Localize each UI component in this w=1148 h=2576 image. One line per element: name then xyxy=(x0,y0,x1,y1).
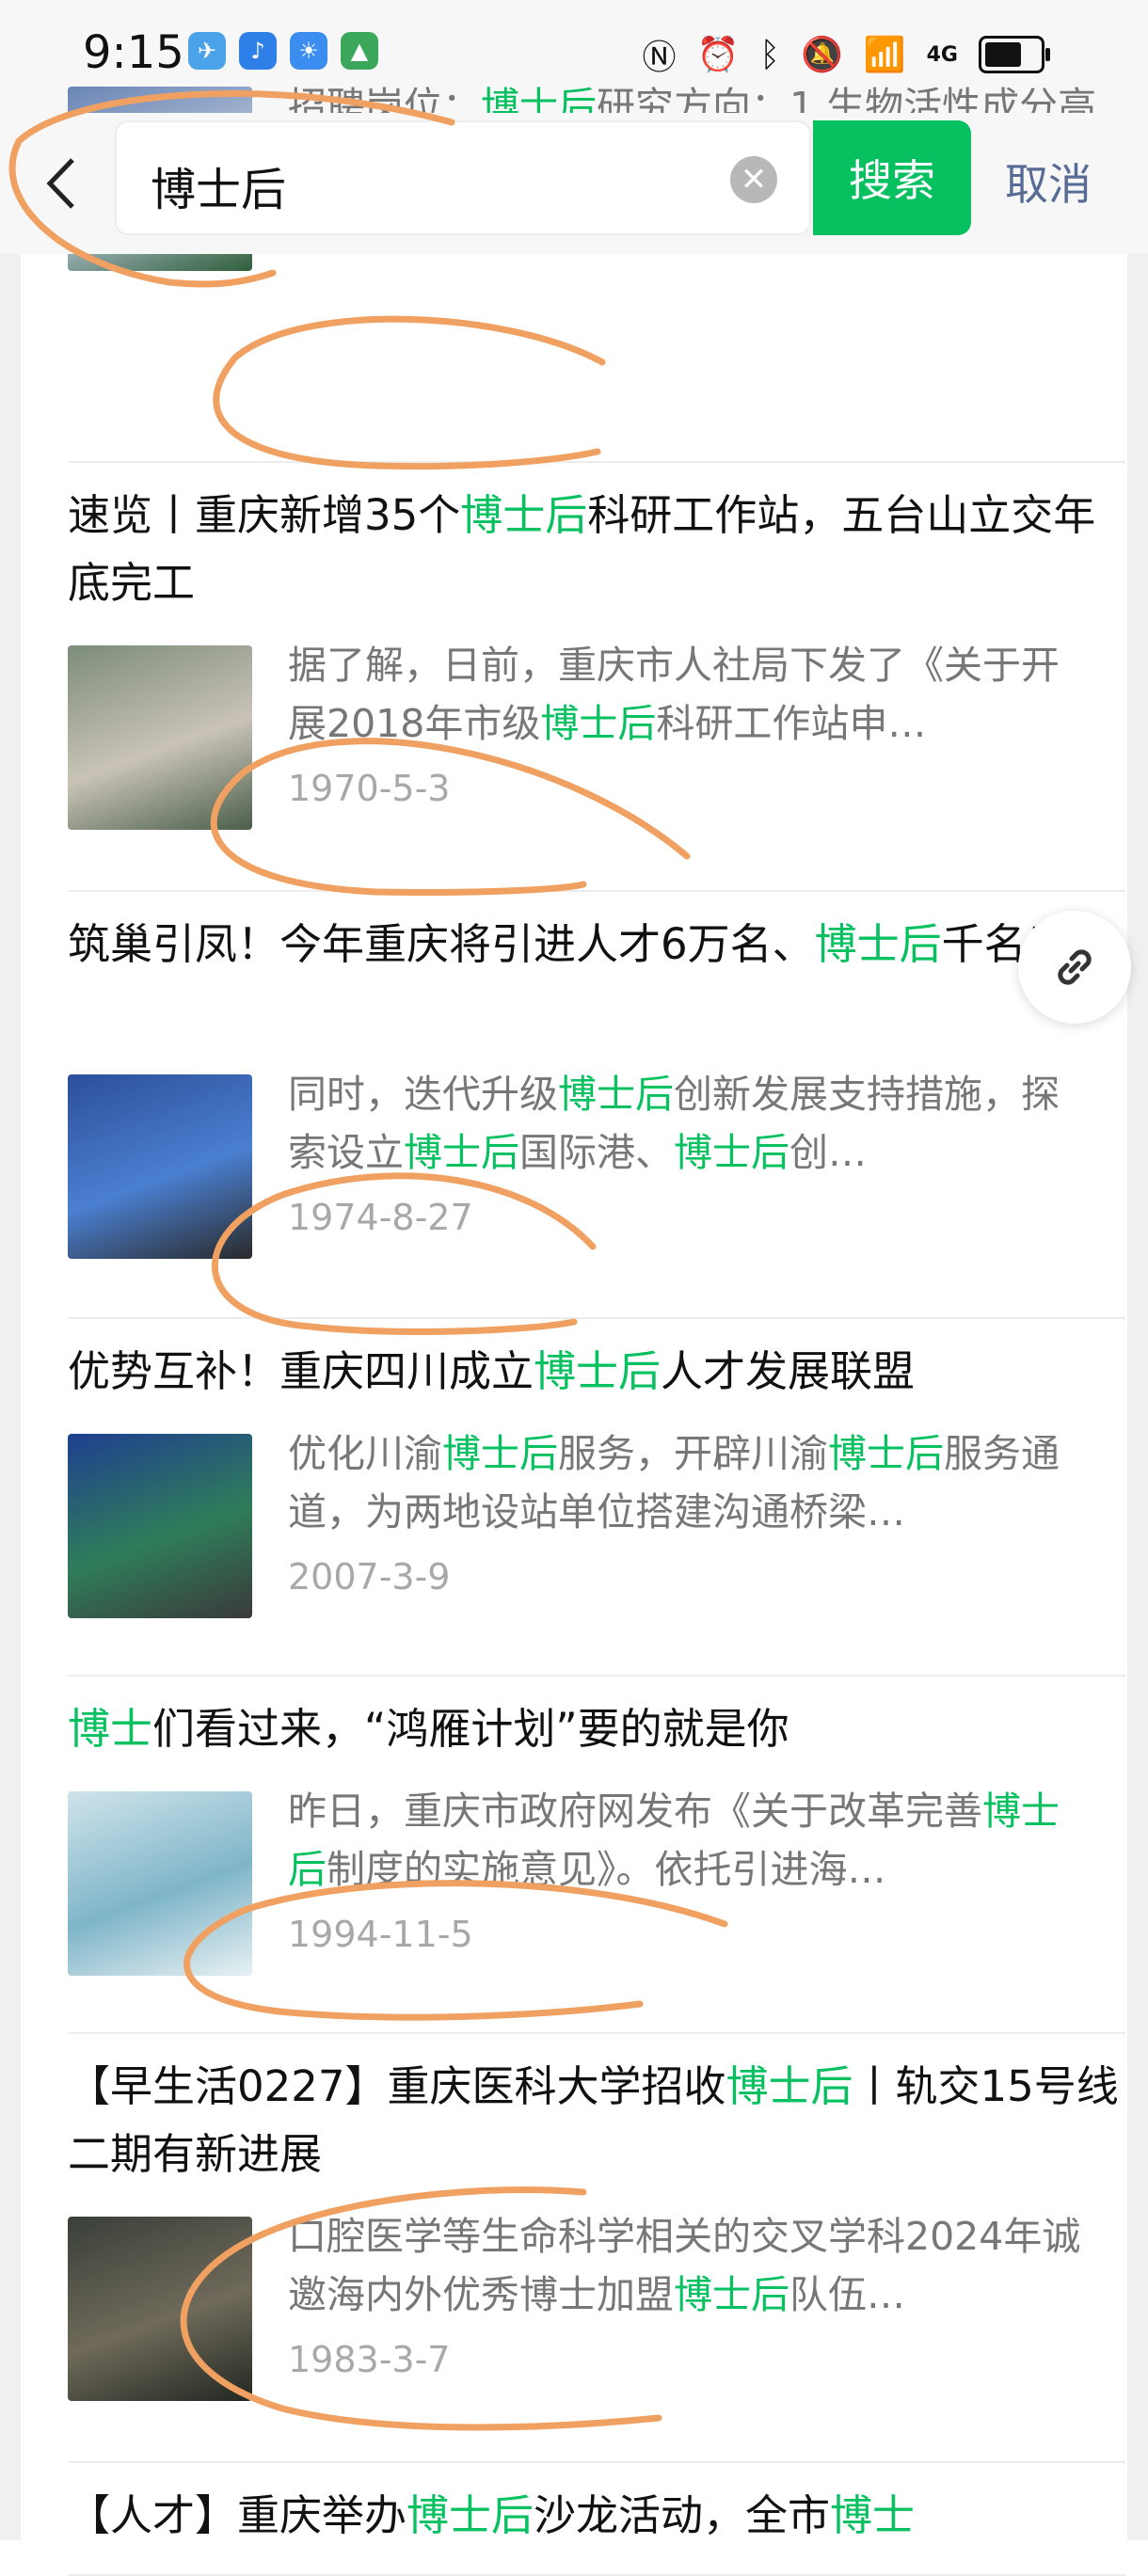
keyword-highlight: 博士后 xyxy=(558,1072,674,1117)
result-title[interactable]: 【早生活0227】重庆医科大学招收博士后丨轨交15号线二期有新进展 xyxy=(68,2032,1125,2188)
mute-icon: 🔕 xyxy=(800,36,843,74)
close-icon: ✕ xyxy=(740,161,768,199)
network-label: 4G xyxy=(926,42,958,67)
keyword-highlight: 博士后 xyxy=(460,490,588,540)
text-segment: 【人才】重庆举办 xyxy=(68,2490,407,2540)
right-margin xyxy=(1127,216,1148,2540)
system-icons: Ⓝ ⏰ ᛒ 🔕 📶 4G xyxy=(642,30,1050,79)
search-result-item[interactable]: 优势互补！重庆四川成立博士后人才发展联盟 优化川渝博士后服务，开辟川渝博士后服务通… xyxy=(68,1317,1125,1677)
text-segment: 国际港、 xyxy=(519,1130,674,1175)
text-segment: 筑巢引凤！今年重庆将引进人才6万名、 xyxy=(68,919,815,969)
result-title[interactable]: 优势互补！重庆四川成立博士后人才发展联盟 xyxy=(68,1317,1125,1406)
result-thumbnail[interactable] xyxy=(68,2217,252,2401)
search-button[interactable]: 搜索 xyxy=(813,120,971,235)
search-result-item[interactable]: 筑巢引凤！今年重庆将引进人才6万名、博士后千名以上同时，迭代升级博士后创新发展支… xyxy=(68,890,1125,1319)
text-segment: 人才发展联盟 xyxy=(661,1346,916,1396)
battery-icon xyxy=(979,36,1050,73)
app-icon-2: ♪ xyxy=(239,32,277,70)
cancel-button[interactable]: 取消 xyxy=(1005,151,1092,213)
text-segment: 队伍… xyxy=(789,2272,905,2317)
text-segment: 【早生活0227】重庆医科大学招收 xyxy=(68,2061,726,2111)
app-icon-3: ☀ xyxy=(290,32,327,70)
result-date: 1970-5-3 xyxy=(288,768,451,809)
chevron-left-icon xyxy=(46,158,74,209)
result-thumbnail[interactable] xyxy=(68,1074,252,1259)
clock: 9:15 xyxy=(83,26,184,79)
keyword-highlight: 博士后 xyxy=(534,1346,662,1396)
result-title[interactable]: 博士们看过来，“鸿雁计划”要的就是你 xyxy=(68,1675,1125,1763)
result-summary: 口腔医学等生命科学相关的交叉学科2024年诚邀海内外优秀博士加盟博士后队伍… xyxy=(288,2207,1097,2324)
text-segment: 服务，开辟川渝 xyxy=(558,1431,828,1476)
bluetooth-icon: ᛒ xyxy=(759,35,780,74)
result-summary: 昨日，重庆市政府网发布《关于改革完善博士后制度的实施意见》。依托引进海… xyxy=(288,1782,1097,1899)
result-thumbnail[interactable] xyxy=(68,645,252,830)
text-segment: 沙龙活动，全市 xyxy=(534,2490,831,2540)
alarm-icon: ⏰ xyxy=(696,36,740,74)
search-result-item[interactable]: 博士们看过来，“鸿雁计划”要的就是你昨日，重庆市政府网发布《关于改革完善博士后制… xyxy=(68,1675,1125,2034)
result-title[interactable]: 筑巢引凤！今年重庆将引进人才6万名、博士后千名以上 xyxy=(68,890,1125,978)
search-result-item[interactable]: 【人才】重庆举办博士后沙龙活动，全市博士 xyxy=(68,2461,1125,2576)
text-segment: 优势互补！重庆四川成立 xyxy=(68,1346,534,1396)
result-date: 1994-11-5 xyxy=(288,1914,473,1955)
text-segment: 速览丨重庆新增35个 xyxy=(68,490,461,540)
result-summary: 优化川渝博士后服务，开辟川渝博士后服务通道，为两地设站单位搭建沟通桥梁… xyxy=(288,1424,1097,1541)
text-segment: 科研工作站申… xyxy=(656,701,927,746)
link-icon xyxy=(1058,949,1092,985)
keyword-highlight: 博士后 xyxy=(540,701,657,746)
text-segment: 优化川渝 xyxy=(288,1431,442,1476)
text-segment: 同时，迭代升级 xyxy=(288,1072,558,1117)
search-query: 博士后 xyxy=(151,164,287,216)
keyword-highlight: 博士后 xyxy=(725,2061,853,2111)
text-segment: 昨日，重庆市政府网发布《关于改革完善 xyxy=(288,1789,982,1834)
result-thumbnail[interactable] xyxy=(68,1434,252,1618)
app-icon-4: ▲ xyxy=(341,32,378,70)
keyword-highlight: 博士后 xyxy=(442,1431,558,1476)
notification-icons: ✈ ♪ ☀ ▲ xyxy=(188,32,378,70)
keyword-highlight: 博士 xyxy=(68,1704,153,1754)
keyword-highlight: 博士后 xyxy=(404,1130,519,1175)
clear-button[interactable]: ✕ xyxy=(730,156,777,203)
keyword-highlight: 博士后 xyxy=(814,919,942,969)
app-icon-1: ✈ xyxy=(188,32,226,70)
search-input[interactable]: 博士后 ✕ xyxy=(115,120,811,235)
keyword-highlight: 博士 xyxy=(830,2490,916,2540)
share-link-button[interactable] xyxy=(1018,911,1131,1024)
result-title[interactable]: 【人才】重庆举办博士后沙龙活动，全市博士 xyxy=(68,2461,1125,2550)
result-date: 1983-3-7 xyxy=(288,2339,451,2380)
wifi-icon: 📶 xyxy=(863,36,906,74)
result-summary: 同时，迭代升级博士后创新发展支持措施，探索设立博士后国际港、博士后创… xyxy=(288,1065,1097,1182)
nfc-icon: Ⓝ xyxy=(642,39,677,77)
result-thumbnail[interactable] xyxy=(68,1791,252,1976)
search-header: 博士后 ✕ 搜索 取消 xyxy=(0,113,1148,254)
result-date: 2007-3-9 xyxy=(288,1556,451,1598)
text-segment: 创… xyxy=(789,1130,867,1175)
search-result-item[interactable]: 【早生活0227】重庆医科大学招收博士后丨轨交15号线二期有新进展口腔医学等生命… xyxy=(68,2032,1125,2463)
search-result-item[interactable]: 速览丨重庆新增35个博士后科研工作站，五台山立交年底完工据了解，日前，重庆市人社… xyxy=(68,461,1125,892)
keyword-highlight: 博士后 xyxy=(674,2272,789,2317)
result-summary: 据了解，日前，重庆市人社局下发了《关于开展2018年市级博士后科研工作站申… xyxy=(288,636,1097,753)
result-date: 1974-8-27 xyxy=(288,1197,473,1238)
left-margin xyxy=(0,216,21,2540)
keyword-highlight: 博士后 xyxy=(674,1130,789,1175)
keyword-highlight: 博士后 xyxy=(407,2490,534,2540)
text-segment: 们看过来，“鸿雁计划”要的就是你 xyxy=(152,1704,789,1754)
text-segment: 制度的实施意见》。依托引进海… xyxy=(327,1847,886,1892)
back-button[interactable] xyxy=(32,146,88,221)
keyword-highlight: 博士后 xyxy=(828,1431,944,1476)
result-title[interactable]: 速览丨重庆新增35个博士后科研工作站，五台山立交年底完工 xyxy=(68,461,1125,617)
